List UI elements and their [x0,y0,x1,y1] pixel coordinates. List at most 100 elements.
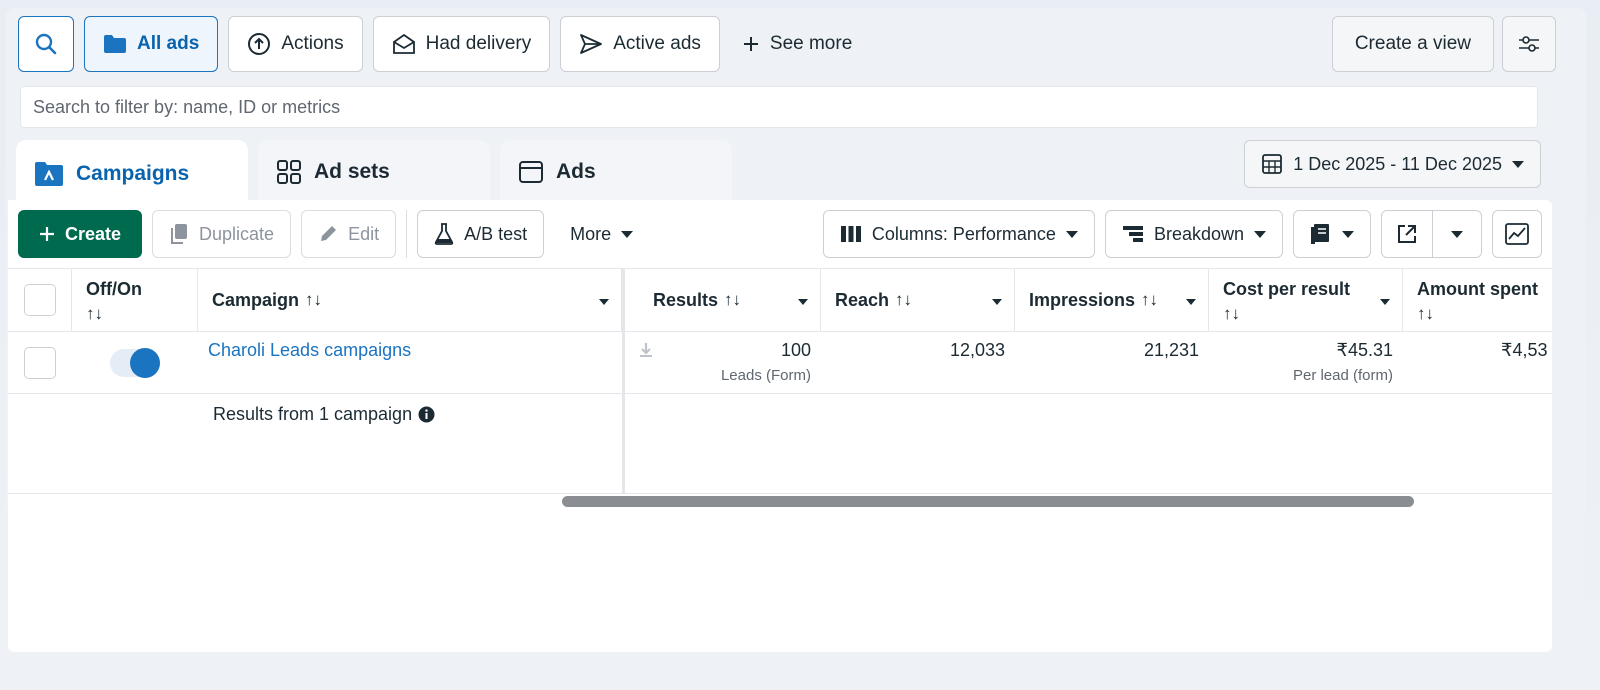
tab-ad-sets[interactable]: Ad sets [258,140,490,204]
sort-icon: ↑↓ [1417,304,1434,323]
tab-ads[interactable]: Ads [500,140,732,204]
tab-label: Ad sets [314,160,390,183]
window-icon [518,160,544,184]
results-cell: 100 Leads (Form) [625,332,821,393]
summary-text: Results from 1 campaign [213,404,413,424]
tab-label: Campaigns [76,162,190,185]
table-row[interactable]: Charoli Leads campaigns 100 Leads (Form)… [8,332,1552,394]
chevron-down-icon [1512,160,1524,168]
header-reach[interactable]: Reach ↑↓ [821,269,1015,331]
duplicate-button[interactable]: Duplicate [152,210,292,258]
header-campaign[interactable]: Campaign ↑↓ [198,269,622,331]
header-label: Cost per result [1223,279,1351,299]
column-menu-icon[interactable] [599,299,609,305]
see-more-button[interactable]: See more [730,16,864,72]
filter-had-delivery[interactable]: Had delivery [372,16,551,72]
sort-icon: ↑↓ [86,304,103,323]
header-results[interactable]: Results ↑↓ [625,269,821,331]
chevron-down-icon [1065,230,1078,238]
toggle-knob [130,347,160,378]
frozen-column-divider[interactable] [622,268,625,494]
sort-icon: ↑↓ [305,290,323,309]
charts-button[interactable] [1492,210,1542,258]
breakdown-button[interactable]: Breakdown [1104,210,1283,258]
cost-per-result-subtext: Per lead (form) [1292,367,1393,384]
filter-all-ads[interactable]: All ads [84,16,219,72]
row-checkbox[interactable] [24,346,56,379]
row-toggle-cell [72,332,198,393]
horizontal-scrollbar[interactable] [562,496,1414,507]
header-label: Results [653,289,719,310]
header-amount-spent[interactable]: Amount spent ↑↓ [1403,269,1552,331]
cost-per-result-cell: ₹45.31 Per lead (form) [1209,332,1403,393]
flask-icon [434,223,454,245]
column-menu-icon[interactable] [798,299,808,305]
search-input[interactable] [20,86,1538,128]
filter-label: All ads [137,33,200,54]
amount-spent-value: ₹4,53 [1501,340,1548,360]
tab-label: Ads [556,160,596,183]
create-label: Create [65,223,122,244]
chevron-down-icon [1451,230,1463,238]
date-range-picker[interactable]: 1 Dec 2025 - 11 Dec 2025 [1244,140,1541,188]
filter-active-ads[interactable]: Active ads [560,16,720,72]
sort-icon: ↑↓ [895,290,913,309]
filter-label: Active ads [613,33,701,54]
header-impressions[interactable]: Impressions ↑↓ [1015,269,1209,331]
cost-per-result-value: ₹45.31 [1336,340,1394,360]
see-more-label: See more [769,33,853,54]
report-icon [1310,223,1332,245]
column-menu-icon[interactable] [992,299,1002,305]
columns-button[interactable]: Columns: Performance [822,210,1095,258]
duplicate-label: Duplicate [199,223,275,244]
campaign-toggle[interactable] [110,347,160,378]
filter-actions[interactable]: Actions [228,16,363,72]
settings-button[interactable] [1502,16,1556,72]
column-menu-icon[interactable] [1186,299,1196,305]
info-icon[interactable] [418,406,435,423]
external-link-icon [1396,223,1418,245]
ab-test-button[interactable]: A/B test [417,210,545,258]
chevron-down-icon [1342,230,1354,238]
select-all-checkbox[interactable] [23,284,56,316]
export-menu-button[interactable] [1433,210,1482,258]
campaign-link[interactable]: Charoli Leads campaigns [208,340,411,360]
create-view-button[interactable]: Create a view [1331,16,1494,72]
header-label: Impressions [1029,289,1136,310]
edit-label: Edit [348,223,380,244]
plus-icon [742,35,760,53]
summary-row: Results from 1 campaign [8,394,1552,494]
more-button[interactable]: More [554,210,650,258]
toolbar-divider [406,210,408,258]
filter-label: Had delivery [425,33,532,54]
level-tabs: Campaigns Ad sets Ads [16,140,732,208]
results-subtext: Leads (Form) [720,367,811,384]
create-button[interactable]: Create [18,210,143,258]
calendar-icon [1261,153,1283,175]
tab-campaigns[interactable]: Campaigns [16,140,248,208]
filter-bar: All ads Actions Had delivery Active ads … [18,16,864,72]
campaign-folder-icon [34,161,64,187]
header-label: Amount spent [1417,279,1538,299]
header-cost-per-result[interactable]: Cost per result ↑↓ [1209,269,1403,331]
header-off-on[interactable]: Off/On ↑↓ [72,269,198,331]
export-button[interactable] [1381,210,1433,258]
column-menu-icon[interactable] [1380,299,1390,305]
sort-icon: ↑↓ [724,290,742,309]
edit-button[interactable]: Edit [301,210,397,258]
plus-icon [39,226,55,242]
impressions-cell: 21,231 [1015,332,1209,393]
table-header-row: Off/On ↑↓ Campaign ↑↓ Results ↑↓ Reach ↑… [8,268,1552,332]
header-select-cell [8,269,72,331]
ab-test-label: A/B test [464,223,528,244]
more-label: More [570,223,612,244]
send-icon [579,33,603,55]
search-button[interactable] [18,16,74,72]
columns-label: Columns: Performance [871,223,1056,244]
sort-icon: ↑↓ [1223,304,1240,323]
line-chart-icon [1505,223,1529,245]
arrow-up-circle-icon [247,32,271,56]
reach-cell: 12,033 [821,332,1015,393]
download-icon [639,342,653,358]
reports-button[interactable] [1293,210,1371,258]
